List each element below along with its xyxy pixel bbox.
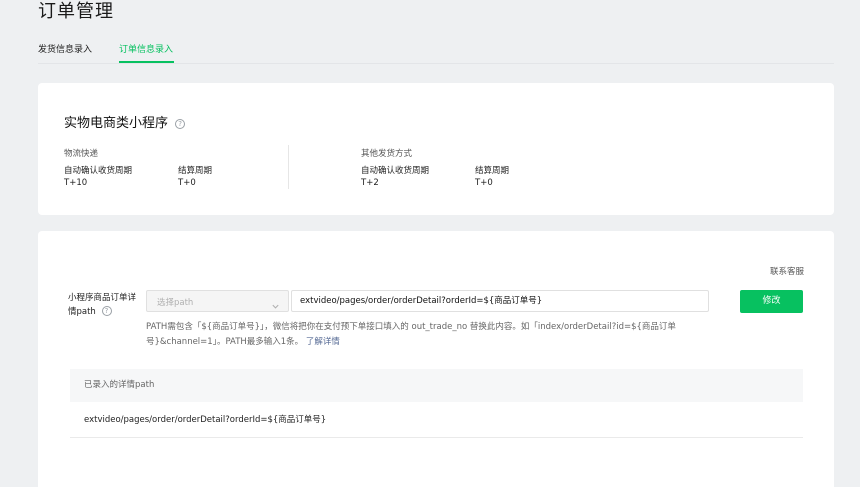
settlement-label: 结算周期 [178,166,213,176]
detail-path-card: 联系客服 小程序商品订单详情path ? 选择path extvideo/pag… [38,231,834,487]
active-tab-indicator [119,61,174,63]
chevron-down-icon [271,296,280,315]
detail-path-label: 小程序商品订单详情path ? [68,291,138,319]
learn-more-link[interactable]: 了解详情 [306,337,340,347]
group-divider [288,145,289,189]
tab-bar: 发货信息录入 订单信息录入 [38,40,834,64]
path-hint: PATH需包含「${商品订单号}」，微信将把你在支付预下单接口填入的 out_t… [146,320,716,350]
settlement-value: T+0 [475,178,493,188]
help-icon[interactable]: ? [101,306,112,316]
path-select-placeholder: 选择path [157,298,194,308]
auto-confirm-value: T+2 [361,178,379,188]
group-label-other-shipping: 其他发货方式 [361,149,413,159]
path-hint-text: PATH需包含「${商品订单号}」，微信将把你在支付预下单接口填入的 out_t… [146,322,676,347]
auto-confirm-value: T+10 [64,178,88,188]
auto-confirm-label: 自动确认收货周期 [64,166,133,176]
card-title: 实物电商类小程序 ? [64,112,186,131]
table-header: 已录入的详情path [70,369,803,402]
mini-program-type-card: 实物电商类小程序 ? 物流快递 自动确认收货周期 T+10 结算周期 T+0 其… [38,83,834,215]
auto-confirm-label: 自动确认收货周期 [361,166,430,176]
path-input[interactable]: extvideo/pages/order/orderDetail?orderId… [291,290,709,312]
tab-order-info[interactable]: 订单信息录入 [119,42,173,55]
settlement-value: T+0 [178,178,196,188]
tab-shipping-info[interactable]: 发货信息录入 [38,42,92,55]
help-icon[interactable]: ? [175,119,186,129]
path-select[interactable]: 选择path [146,290,289,312]
settlement-label: 结算周期 [475,166,510,176]
contact-support-link[interactable]: 联系客服 [770,265,804,277]
group-label-logistics: 物流快递 [64,149,99,159]
modify-button[interactable]: 修改 [740,290,803,313]
page-title: 订单管理 [38,1,114,22]
table-row: extvideo/pages/order/orderDetail?orderId… [70,402,803,438]
card-title-text: 实物电商类小程序 [64,116,169,131]
